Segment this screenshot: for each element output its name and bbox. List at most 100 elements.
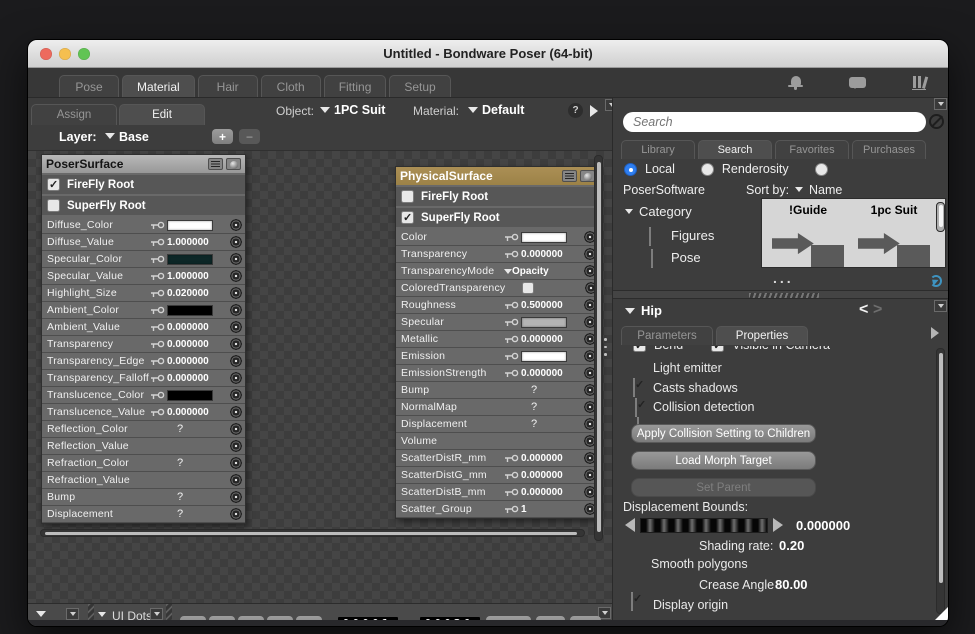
node-connector-icon[interactable]	[230, 287, 242, 299]
shader-param-row[interactable]: ScatterDistB_mm0.000000	[396, 484, 599, 501]
param-value[interactable]: 0.000000	[521, 453, 563, 464]
texture-placeholder[interactable]: ?	[531, 384, 537, 396]
smooth-polygons-checkbox[interactable]	[631, 592, 633, 611]
library-tab-purchases[interactable]: Purchases	[852, 140, 926, 159]
list-view-icon[interactable]	[562, 170, 577, 182]
shader-param-row[interactable]: ScatterDistG_mm0.000000	[396, 467, 599, 484]
object-value[interactable]: 1PC Suit	[334, 103, 385, 117]
apply-collision-setting-to-children-button[interactable]: Apply Collision Setting to Children	[631, 424, 816, 443]
node-connector-icon[interactable]	[230, 321, 242, 333]
shader-param-row[interactable]: Volume	[396, 433, 599, 450]
color-swatch[interactable]	[167, 220, 213, 231]
shader-param-row[interactable]: Ambient_Color	[42, 302, 245, 319]
layer-dropdown-icon[interactable]	[105, 133, 115, 139]
shading-rate-value[interactable]: 0.20	[779, 538, 804, 553]
param-value[interactable]: 0.000000	[521, 368, 563, 379]
material-value[interactable]: Default	[482, 103, 524, 117]
param-value[interactable]: 0.000000	[521, 334, 563, 345]
shader-param-row[interactable]: Diffuse_Color	[42, 217, 245, 234]
room-tab-fitting[interactable]: Fitting	[324, 75, 387, 97]
node-connector-icon[interactable]	[230, 338, 242, 350]
collapse-panel-icon[interactable]	[98, 612, 106, 617]
expand-arrow-icon[interactable]	[590, 105, 598, 117]
texture-placeholder[interactable]: ?	[177, 491, 183, 503]
sort-dropdown-icon[interactable]	[795, 187, 803, 192]
category-item-label[interactable]: Figures	[671, 228, 714, 243]
texture-placeholder[interactable]: ?	[531, 418, 537, 430]
actor-title[interactable]: Hip	[641, 303, 662, 318]
dial-decrement-icon[interactable]	[625, 518, 635, 532]
shader-root-row[interactable]: FireFly Root	[42, 175, 245, 194]
room-tab-pose[interactable]: Pose	[59, 75, 119, 97]
properties-tab-properties[interactable]: Properties	[716, 326, 808, 345]
shader-param-row[interactable]: Bump?	[42, 489, 245, 506]
folder-thumbnail-icon[interactable]	[858, 233, 930, 267]
texture-placeholder[interactable]: ?	[177, 457, 183, 469]
panel-menu-icon[interactable]	[934, 300, 947, 312]
root-checkbox[interactable]	[47, 199, 60, 212]
animation-key-icon[interactable]	[504, 368, 521, 378]
root-checkbox[interactable]	[401, 211, 414, 224]
shader-param-row[interactable]: ColoredTransparency	[396, 280, 599, 297]
shader-param-row[interactable]: NormalMap?	[396, 399, 599, 416]
param-value[interactable]: 0.000000	[521, 470, 563, 481]
param-value[interactable]: 0.000000	[167, 322, 209, 333]
param-value[interactable]: 1.000000	[167, 237, 209, 248]
clear-search-icon[interactable]	[929, 114, 944, 129]
shader-param-row[interactable]: Specular_Value1.000000	[42, 268, 245, 285]
shader-param-row[interactable]: Displacement?	[42, 506, 245, 523]
color-swatch[interactable]	[521, 351, 567, 362]
vendor-label[interactable]: PoserSoftware	[623, 183, 705, 197]
shader-canvas[interactable]: PoserSurface FireFly Root SuperFly Root D…	[28, 151, 612, 603]
shader-param-row[interactable]: Bump?	[396, 382, 599, 399]
node-connector-icon[interactable]	[230, 423, 242, 435]
panel-menu-icon[interactable]	[150, 608, 163, 620]
param-dropdown-value[interactable]: Opacity	[512, 266, 549, 277]
refresh-icon[interactable]	[930, 275, 942, 287]
param-value[interactable]: 0.000000	[167, 373, 209, 384]
room-tab-hair[interactable]: Hair	[198, 75, 258, 97]
displacement-dial[interactable]	[640, 518, 768, 533]
animation-key-icon[interactable]	[504, 470, 521, 480]
node-connector-icon[interactable]	[230, 457, 242, 469]
node-connector-icon[interactable]	[230, 236, 242, 248]
animation-key-icon[interactable]	[150, 254, 167, 264]
checkbox-visible-in-camera[interactable]	[711, 346, 724, 352]
animation-key-icon[interactable]	[504, 249, 521, 259]
node-connector-icon[interactable]	[230, 355, 242, 367]
animation-key-icon[interactable]	[504, 232, 521, 242]
animation-key-icon[interactable]	[150, 305, 167, 315]
shader-param-row[interactable]: Specular_Color	[42, 251, 245, 268]
root-checkbox[interactable]	[47, 178, 60, 191]
animation-key-icon[interactable]	[504, 487, 521, 497]
node-connector-icon[interactable]	[230, 270, 242, 282]
shader-param-row[interactable]: Roughness0.500000	[396, 297, 599, 314]
shader-param-row[interactable]: Refraction_Value	[42, 472, 245, 489]
resize-grip[interactable]	[935, 606, 948, 620]
panel-menu-icon[interactable]	[66, 608, 79, 620]
node-connector-icon[interactable]	[230, 219, 242, 231]
animation-key-icon[interactable]	[504, 317, 521, 327]
param-value[interactable]: 0.000000	[521, 249, 563, 260]
panel-splitter-handle[interactable]	[604, 338, 607, 356]
titlebar[interactable]: Untitled - Bondware Poser (64-bit)	[28, 40, 948, 68]
poser-surface-header[interactable]: PoserSurface	[42, 155, 245, 173]
list-view-icon[interactable]	[208, 158, 223, 170]
texture-placeholder[interactable]: ?	[531, 401, 537, 413]
animation-key-icon[interactable]	[504, 334, 521, 344]
node-connector-icon[interactable]	[230, 372, 242, 384]
set-parent-button[interactable]: Set Parent	[631, 478, 816, 497]
shader-root-row[interactable]: SuperFly Root	[396, 208, 599, 227]
library-books-icon[interactable]	[912, 75, 926, 90]
checkbox-bend[interactable]	[633, 346, 646, 352]
chat-icon[interactable]	[849, 77, 866, 88]
shader-param-row[interactable]: Transparency_Falloff0.000000	[42, 370, 245, 387]
radio-extra[interactable]	[815, 163, 828, 176]
color-swatch[interactable]	[167, 305, 213, 316]
param-value[interactable]: 0.000000	[167, 339, 209, 350]
shader-param-row[interactable]: Diffuse_Value1.000000	[42, 234, 245, 251]
param-value[interactable]: 1.000000	[167, 271, 209, 282]
shader-param-row[interactable]: Transparency0.000000	[42, 336, 245, 353]
room-tab-material[interactable]: Material	[122, 75, 195, 97]
bell-icon[interactable]	[788, 76, 803, 90]
